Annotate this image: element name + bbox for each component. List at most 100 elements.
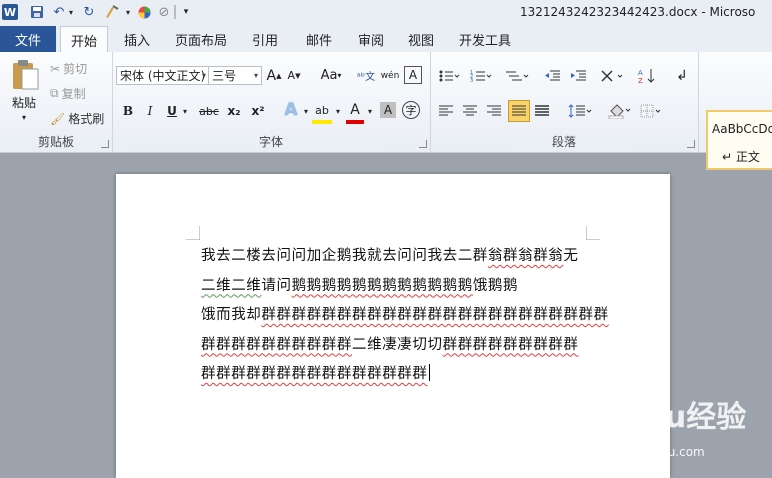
clear-format-icon[interactable]: wén	[380, 66, 400, 85]
brush-icon: 🖌	[50, 111, 66, 126]
cut-button[interactable]: ✂ 剪切	[50, 60, 87, 77]
effects-dropdown-icon[interactable]: ▾	[302, 102, 310, 120]
title-bar: W ↶ ▾ ↻ ▾ ⊘ ▾ 1321243242323442423.docx -…	[0, 0, 772, 25]
clipboard-group: 粘贴 ▾ ✂ 剪切 ⧉ 复制 🖌 格式刷 剪贴板	[0, 52, 113, 152]
tab-mailings[interactable]: 邮件	[296, 26, 342, 52]
pinyin-guide-icon[interactable]: ᵃᵇ文	[356, 66, 376, 85]
italic-icon[interactable]: I	[142, 102, 158, 120]
show-marks-icon[interactable]: ↲	[674, 66, 690, 85]
chevron-down-icon: ▾	[201, 71, 206, 80]
clipboard-launcher-icon[interactable]	[101, 140, 109, 148]
multilevel-list-icon[interactable]	[502, 66, 532, 85]
underline-icon[interactable]: U	[164, 102, 180, 120]
bold-icon[interactable]: B	[120, 102, 136, 120]
shading-icon[interactable]	[606, 101, 634, 121]
numbering-icon[interactable]: 123	[468, 66, 494, 85]
underline-dropdown-icon[interactable]: ▾	[180, 102, 190, 120]
subscript-icon[interactable]: x₂	[224, 102, 244, 120]
line-spacing-icon[interactable]	[566, 101, 594, 121]
shrink-font-icon[interactable]: A ▼	[286, 66, 302, 85]
char-shading-icon[interactable]: A	[380, 102, 396, 118]
document-line[interactable]: 我去二楼去问问加企鹅我就去问问我去二群翁群翁群翁无	[201, 242, 591, 272]
grammar-marked-text[interactable]: 二维二维	[201, 278, 261, 294]
change-case-icon[interactable]: Aa ▾	[318, 66, 344, 85]
svg-text:A: A	[638, 69, 643, 77]
paste-icon[interactable]	[8, 58, 42, 92]
customize-icon[interactable]: ▾	[180, 3, 192, 21]
font-group: 宋体 (中文正文) ▾ 三号 ▾ A ▲ A ▼ Aa ▾ ᵃᵇ文 wén A B I U…	[112, 52, 431, 152]
format-painter-label: 格式刷	[68, 112, 105, 126]
color-icon[interactable]	[136, 3, 152, 21]
borders-icon[interactable]	[638, 101, 666, 121]
save-icon[interactable]	[28, 3, 46, 21]
tab-review[interactable]: 审阅	[348, 26, 394, 52]
format-painter-button[interactable]: 🖌 格式刷	[50, 110, 104, 127]
spelling-marked-text[interactable]: 翁群翁群翁	[488, 248, 564, 264]
font-name-value: 宋体 (中文正文)	[120, 69, 206, 83]
sort-icon[interactable]: AZ	[636, 66, 658, 85]
align-center-icon[interactable]	[460, 101, 480, 121]
font-color-dropdown-icon[interactable]: ▾	[366, 102, 374, 120]
tab-view[interactable]: 视图	[398, 26, 444, 52]
distributed-icon[interactable]	[532, 101, 552, 121]
paste-dropdown-icon[interactable]: ▾	[18, 112, 30, 122]
qa-separator	[174, 5, 176, 19]
format-dropdown-icon[interactable]: ▾	[124, 3, 132, 21]
paste-button[interactable]: 粘贴	[4, 94, 44, 110]
cut-label: 剪切	[63, 62, 88, 76]
margin-corner-top-right	[586, 226, 600, 240]
chinese-layout-icon[interactable]	[598, 66, 628, 85]
chevron-down-icon: ▾	[253, 71, 258, 80]
font-size-combo[interactable]: 三号 ▾	[208, 66, 262, 85]
document-page[interactable]: 我去二楼去问问加企鹅我就去问问我去二群翁群翁群翁无 二维二维请问鹅鹅鹅鹅鹅鹅鹅鹅鹅…	[116, 174, 670, 478]
align-left-icon[interactable]	[436, 101, 456, 121]
decrease-indent-icon[interactable]	[542, 66, 564, 85]
tab-page-layout[interactable]: 页面布局	[168, 26, 234, 52]
spelling-marked-text[interactable]: 群群群群群群群群群	[443, 337, 579, 353]
copy-icon: ⧉	[50, 86, 59, 100]
tab-developer[interactable]: 开发工具	[452, 26, 518, 52]
undo-dropdown-icon[interactable]: ▾	[66, 3, 76, 21]
spelling-marked-text[interactable]: 群群群群群群群群群群群群群群群	[201, 366, 428, 382]
document-line[interactable]: 群群群群群群群群群群群群群群群	[201, 360, 591, 390]
text-effects-icon[interactable]: A	[280, 100, 302, 120]
align-right-icon[interactable]	[484, 101, 504, 121]
copy-button[interactable]: ⧉ 复制	[50, 85, 86, 102]
char-border-icon[interactable]: A	[404, 66, 422, 84]
clipboard-group-label: 剪贴板	[37, 135, 74, 149]
paragraph-group-label: 段落	[551, 135, 576, 149]
spelling-marked-text[interactable]: 群群群群群群群群群群	[201, 337, 352, 353]
no-edit-icon[interactable]: ⊘	[156, 3, 172, 21]
document-body[interactable]: 我去二楼去问问加企鹅我就去问问我去二群翁群翁群翁无 二维二维请问鹅鹅鹅鹅鹅鹅鹅鹅鹅…	[201, 242, 608, 390]
strikethrough-icon[interactable]: abc	[198, 102, 220, 120]
font-color-icon[interactable]: A	[346, 100, 364, 124]
redo-icon[interactable]: ↻	[80, 3, 98, 21]
justify-icon[interactable]	[508, 100, 530, 122]
font-name-combo[interactable]: 宋体 (中文正文) ▾	[116, 66, 210, 85]
format-painter-icon[interactable]	[102, 3, 122, 21]
word-icon[interactable]: W	[2, 4, 18, 20]
tab-insert[interactable]: 插入	[114, 26, 160, 52]
increase-indent-icon[interactable]	[568, 66, 590, 85]
superscript-icon[interactable]: x²	[248, 102, 268, 120]
bullets-icon[interactable]	[436, 66, 462, 85]
style-normal[interactable]: AaBbCcDd ↵ 正文	[706, 110, 772, 170]
highlight-dropdown-icon[interactable]: ▾	[334, 102, 342, 120]
paragraph-launcher-icon[interactable]	[687, 140, 695, 148]
spelling-marked-text[interactable]: 鹅鹅鹅鹅鹅鹅鹅鹅鹅鹅鹅鹅	[292, 278, 473, 294]
copy-label: 复制	[61, 87, 86, 101]
margin-corner-top-left	[186, 226, 200, 240]
document-line[interactable]: 群群群群群群群群群群二维凄凄切切群群群群群群群群群	[201, 331, 591, 361]
grow-font-icon[interactable]: A ▲	[266, 66, 282, 85]
tab-home[interactable]: 开始	[60, 26, 108, 53]
document-line[interactable]: 饿而我却群群群群群群群群群群群群群群群群群群群群群群群	[201, 301, 608, 331]
highlight-icon[interactable]: ab	[312, 100, 332, 124]
style-preview: AaBbCcDd	[712, 122, 772, 136]
tab-references[interactable]: 引用	[242, 26, 288, 52]
tab-file[interactable]: 文件	[0, 26, 56, 52]
enclose-char-icon[interactable]: 字	[402, 101, 420, 119]
font-launcher-icon[interactable]	[419, 140, 427, 148]
spelling-marked-text[interactable]: 群群群群群群群群群群群群群群群群群群群群群群群	[261, 307, 608, 323]
document-line[interactable]: 二维二维请问鹅鹅鹅鹅鹅鹅鹅鹅鹅鹅鹅鹅饿鹅鹅	[201, 272, 591, 302]
font-size-value: 三号	[212, 69, 237, 83]
